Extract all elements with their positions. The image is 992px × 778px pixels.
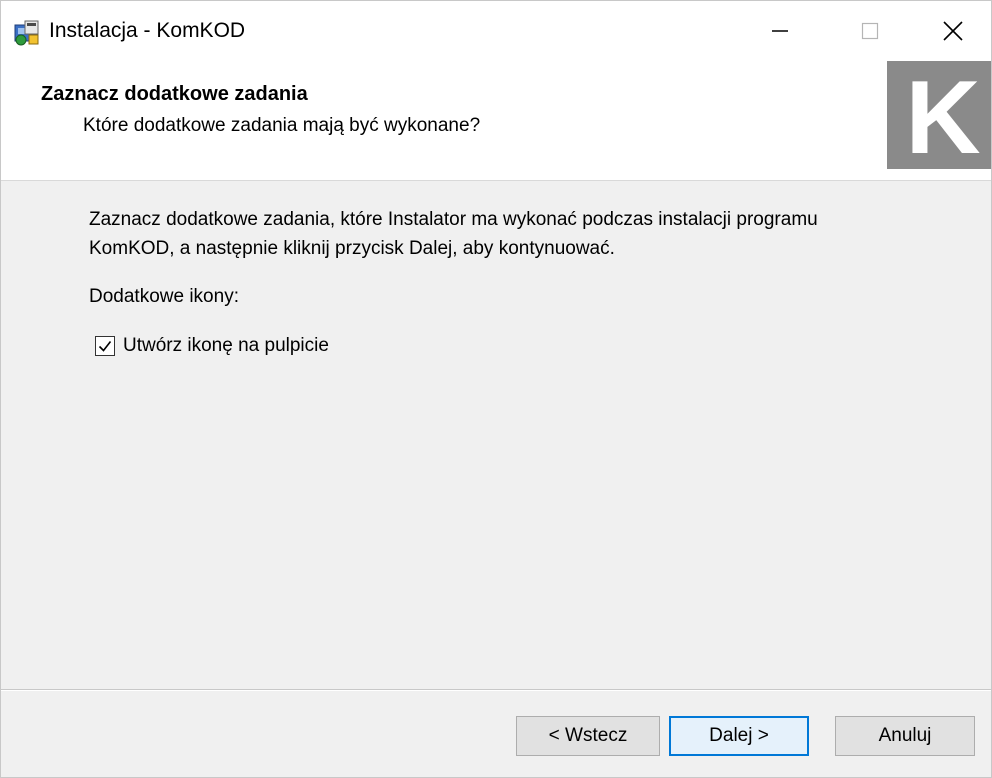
checkmark-icon (98, 341, 112, 352)
next-button[interactable]: Dalej > (669, 716, 809, 756)
maximize-button[interactable] (825, 1, 915, 61)
page-title: Zaznacz dodatkowe zadania (41, 83, 308, 105)
minimize-icon (772, 30, 788, 32)
footer-divider (1, 689, 991, 691)
description-line: KomKOD, a następnie kliknij przycisk Dal… (89, 238, 615, 259)
installer-icon (14, 20, 39, 46)
desktop-icon-checkbox[interactable] (95, 336, 115, 356)
wizard-content: Zaznacz dodatkowe zadania, które Instala… (1, 181, 991, 689)
wizard-header: Zaznacz dodatkowe zadania Które dodatkow… (1, 61, 991, 181)
window-title: Instalacja - KomKOD (49, 19, 246, 42)
komkod-logo: K (887, 61, 991, 169)
close-button[interactable] (915, 1, 991, 61)
additional-icons-label: Dodatkowe ikony: (89, 286, 239, 307)
cancel-button[interactable]: Anuluj (835, 716, 975, 756)
description-line: Zaznacz dodatkowe zadania, które Instala… (89, 209, 818, 230)
maximize-icon (861, 22, 879, 40)
description: Zaznacz dodatkowe zadania, które Instala… (89, 205, 949, 263)
installer-window: Instalacja - KomKOD Zaznacz dodatkowe za… (0, 0, 992, 778)
back-button[interactable]: < Wstecz (516, 716, 660, 756)
minimize-button[interactable] (735, 1, 825, 61)
page-subtitle: Które dodatkowe zadania mają być wykonan… (83, 115, 481, 136)
desktop-icon-label: Utwórz ikonę na pulpicie (123, 335, 329, 356)
task-desktop-icon[interactable]: Utwórz ikonę na pulpicie (95, 331, 329, 361)
logo-letter: K (905, 61, 980, 169)
title-bar[interactable]: Instalacja - KomKOD (1, 1, 991, 61)
close-icon (943, 21, 963, 41)
